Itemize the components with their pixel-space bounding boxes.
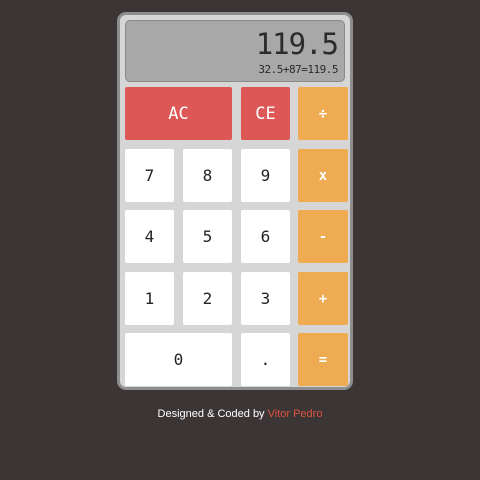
- nine-button[interactable]: 9: [241, 149, 290, 202]
- clear-entry-button[interactable]: CE: [241, 87, 290, 140]
- two-button[interactable]: 2: [183, 272, 232, 325]
- footer-text: Designed & Coded by: [157, 408, 265, 420]
- decimal-button[interactable]: .: [241, 333, 290, 386]
- add-button[interactable]: +: [298, 272, 348, 325]
- eight-button[interactable]: 8: [183, 149, 232, 202]
- seven-button[interactable]: 7: [125, 149, 174, 202]
- display-history: 32.5+87=119.5: [258, 63, 338, 76]
- all-clear-button[interactable]: AC: [125, 87, 232, 140]
- five-button[interactable]: 5: [183, 210, 232, 263]
- one-button[interactable]: 1: [125, 272, 174, 325]
- zero-button[interactable]: 0: [125, 333, 232, 386]
- display-answer: 119.5: [255, 27, 339, 61]
- footer-credit: Designed & Coded by Vitor Pedro: [0, 408, 480, 420]
- divide-button[interactable]: ÷: [298, 87, 348, 140]
- author-link[interactable]: Vitor Pedro: [268, 408, 323, 420]
- six-button[interactable]: 6: [241, 210, 290, 263]
- calculator: 119.5 32.5+87=119.5 AC CE ÷ 7 8 9 x 4 5 …: [117, 12, 353, 390]
- three-button[interactable]: 3: [241, 272, 290, 325]
- four-button[interactable]: 4: [125, 210, 174, 263]
- multiply-button[interactable]: x: [298, 149, 348, 202]
- equals-button[interactable]: =: [298, 333, 348, 386]
- display-screen: 119.5 32.5+87=119.5: [125, 20, 345, 82]
- subtract-button[interactable]: -: [298, 210, 348, 263]
